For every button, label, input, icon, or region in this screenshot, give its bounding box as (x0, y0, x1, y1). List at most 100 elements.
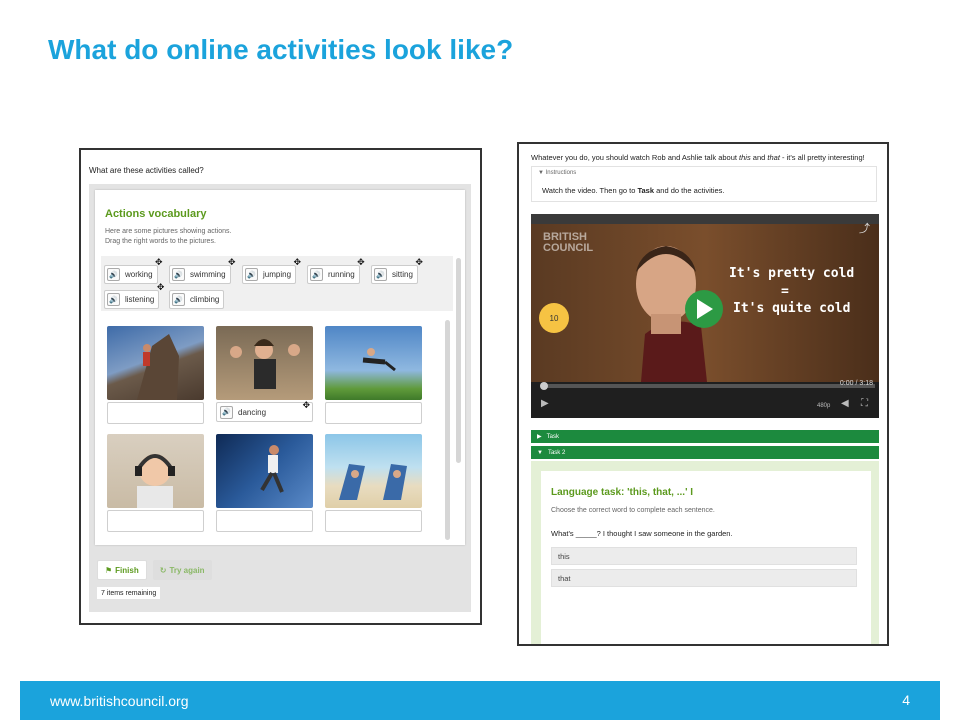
drop-zone[interactable] (325, 402, 422, 424)
word-chip-listening[interactable]: 🔊 listening ✥ (104, 283, 164, 309)
dancers-illustration (230, 339, 300, 389)
activity-box: Actions vocabulary Here are some picture… (89, 184, 471, 612)
move-icon: ✥ (155, 257, 163, 267)
video-intro-text: Whatever you do, you should watch Rob an… (531, 153, 865, 162)
activity-card: Actions vocabulary Here are some picture… (95, 190, 465, 545)
word-label: sitting (392, 270, 413, 279)
slide-title: What do online activities look like? (48, 34, 514, 65)
word-bank-scrollbar[interactable] (456, 258, 461, 463)
task-label: Task (546, 433, 559, 440)
task-2-label: Task 2 (547, 449, 566, 456)
speaker-icon[interactable]: 🔊 (220, 405, 233, 419)
move-icon: ✥ (293, 257, 302, 267)
logo-line-2: COUNCIL (543, 242, 594, 254)
play-control-icon[interactable]: ▶ (541, 398, 549, 409)
word-label: running (328, 270, 355, 279)
instructions-bold: Task (637, 186, 655, 195)
jumping-man-photo (325, 326, 422, 400)
instructions-panel[interactable]: ▼ Instructions Watch the video. Then go … (531, 166, 877, 202)
video-caption-equals: = (781, 284, 789, 299)
word-chip-running[interactable]: 🔊 running ✥ (307, 258, 365, 284)
move-icon: ✥ (228, 257, 236, 267)
word-chip-sitting[interactable]: 🔊 sitting ✥ (371, 258, 423, 284)
pictures-scrollbar[interactable] (445, 320, 450, 540)
instructions-header[interactable]: ▼ Instructions (538, 170, 576, 176)
finish-label: Finish (115, 565, 139, 575)
task-title: Language task: 'this, that, ...' I (551, 487, 693, 498)
quality-label[interactable]: 480p (817, 403, 830, 409)
video-caption-line-2: It's quite cold (733, 301, 851, 316)
british-council-watermark: BRITISH COUNCIL (543, 232, 593, 254)
task-accordion[interactable]: ▶ Task (531, 430, 879, 443)
placed-word-chip[interactable]: 🔊 dancing ✥ (216, 400, 313, 422)
caret-down-icon: ▼ (537, 449, 543, 456)
activity-question: What are these activities called? (89, 166, 204, 175)
intro-and: and (750, 153, 768, 162)
word-chip-swimming[interactable]: 🔊 swimming ✥ (169, 258, 236, 284)
share-icon[interactable]: ⤴ (859, 220, 873, 235)
try-again-button[interactable]: ↻ Try again (152, 560, 212, 580)
vocabulary-activity-screenshot: What are these activities called? Action… (79, 148, 482, 625)
volume-icon[interactable]: ◀ (841, 398, 849, 409)
intro-prefix: Whatever you do, you should watch Rob an… (531, 153, 740, 162)
play-button[interactable] (685, 290, 723, 328)
drop-zone[interactable] (107, 402, 204, 424)
card-title: Actions vocabulary (105, 208, 207, 220)
fullscreen-icon[interactable]: ⛶ (861, 398, 868, 409)
speaker-icon[interactable]: 🔊 (374, 268, 387, 281)
runner-photo (216, 434, 313, 508)
boy-with-headphones-photo (107, 434, 204, 508)
speaker-icon[interactable]: 🔊 (172, 268, 185, 281)
move-icon: ✥ (302, 400, 310, 410)
video-progress-bar[interactable] (541, 384, 875, 388)
drop-zone[interactable] (325, 510, 422, 532)
replay-timer[interactable]: 10 (539, 303, 569, 333)
task-2-panel: Language task: 'this, that, ...' I Choos… (531, 461, 879, 644)
word-bank: 🔊 working ✥ 🔊 swimming ✥ 🔊 jumping ✥ 🔊 running ✥… (101, 256, 453, 311)
video-controls: ▶ 480p ◀ ⛶ (531, 394, 879, 418)
answer-option[interactable]: this (551, 547, 857, 565)
intro-that: that (767, 153, 780, 162)
drop-zone[interactable] (216, 510, 313, 532)
caret-right-icon: ▶ (537, 434, 542, 440)
word-label: swimming (190, 270, 226, 279)
task-2-accordion[interactable]: ▼ Task 2 (531, 446, 879, 459)
jumping-man-illustration (362, 348, 396, 372)
move-icon: ✥ (415, 257, 423, 267)
drop-zone[interactable] (107, 510, 204, 532)
flag-icon: ⚑ (105, 565, 113, 575)
finish-button[interactable]: ⚑ Finish (97, 560, 147, 580)
word-chip-climbing[interactable]: 🔊 climbing (169, 290, 225, 309)
instructions-text: Watch the video. Then go to Task and do … (542, 186, 725, 195)
instructions-suffix: and do the activities. (654, 186, 725, 195)
speaker-icon[interactable]: 🔊 (107, 293, 120, 306)
dancers-photo (216, 326, 313, 400)
video-activity-screenshot: Whatever you do, you should watch Rob an… (517, 142, 889, 646)
refresh-icon: ↻ (159, 565, 167, 575)
language-task-card: Language task: 'this, that, ...' I Choos… (541, 471, 871, 644)
footer-url[interactable]: www.britishcouncil.org (50, 693, 189, 709)
video-player[interactable]: BRITISH COUNCIL ⤴ It's pretty cold = It's… (531, 214, 879, 418)
video-time: 0:00 / 3:18 (839, 380, 873, 387)
caret-down-icon: ▼ (538, 170, 544, 176)
word-label: climbing (190, 295, 220, 304)
slide-footer: www.britishcouncil.org 4 (20, 681, 940, 720)
word-label: working (125, 270, 153, 279)
speaker-icon[interactable]: 🔊 (107, 268, 120, 281)
word-chip-jumping[interactable]: 🔊 jumping ✥ (242, 258, 301, 284)
instructions-label: Instructions (545, 170, 577, 176)
move-icon: ✥ (357, 257, 365, 267)
intro-this: this (739, 153, 751, 162)
boy-headphones-illustration (135, 454, 175, 508)
answer-option[interactable]: that (551, 569, 857, 587)
intro-suffix: - it's all pretty interesting! (779, 153, 865, 162)
progress-handle[interactable] (540, 382, 548, 390)
activity-buttons: ⚑ Finish ↻ Try again (97, 560, 212, 580)
word-label: listening (125, 295, 155, 304)
speaker-icon[interactable]: 🔊 (310, 268, 323, 281)
beach-chairs-photo (325, 434, 422, 508)
speaker-icon[interactable]: 🔊 (245, 268, 258, 281)
speaker-icon[interactable]: 🔊 (172, 293, 185, 306)
description-line-1: Here are some pictures showing actions. (105, 228, 232, 235)
word-chip-working[interactable]: 🔊 working ✥ (104, 258, 163, 284)
